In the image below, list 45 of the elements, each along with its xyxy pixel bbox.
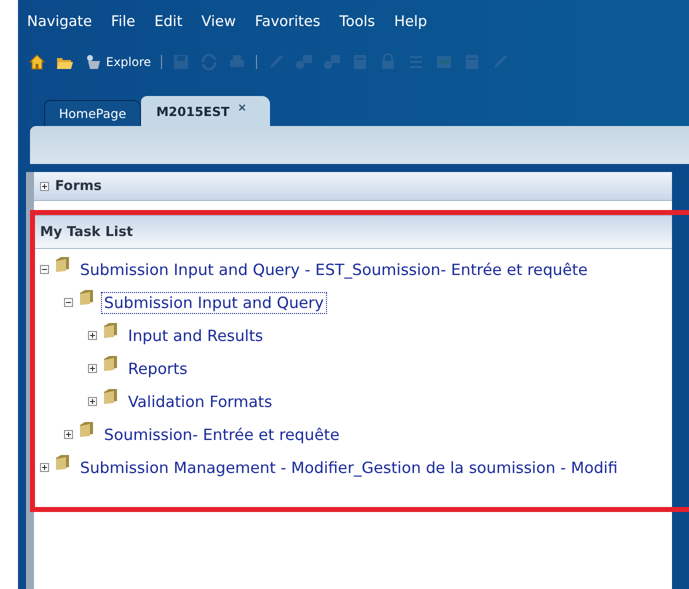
explore-button[interactable]: Explore — [84, 53, 152, 71]
expand-icon[interactable] — [40, 463, 49, 472]
menu-item[interactable]: Tools — [339, 14, 376, 40]
tree-item[interactable]: Submission Input and Query - EST_Soumission- Entrée et requête — [77, 258, 591, 280]
tree-item[interactable]: Reports — [125, 358, 190, 380]
folder-icon — [78, 288, 96, 306]
menu-item[interactable]: File — [111, 14, 136, 40]
toolbar-icon — [323, 53, 342, 71]
toolbar-icon — [435, 53, 454, 71]
tree-item[interactable]: Validation Formats — [125, 390, 276, 412]
menu-item[interactable]: View — [201, 14, 236, 40]
tree-item[interactable]: Submission Input and Query — [101, 292, 327, 314]
panel-title[interactable]: Forms — [55, 178, 102, 194]
tree-item[interactable]: Submission Management - Modifier_Gestion de la soumission - Modifi — [77, 456, 621, 478]
toolbar-icon — [491, 53, 510, 71]
menu-item[interactable]: Favorites — [254, 14, 320, 40]
toolbar-home-button[interactable] — [28, 53, 46, 71]
folder-icon — [102, 387, 120, 405]
toolbar-icon — [200, 53, 218, 71]
expand-icon[interactable] — [88, 331, 97, 340]
toolbar-icon — [172, 53, 190, 71]
expand-icon[interactable] — [40, 182, 49, 190]
folder-icon — [102, 354, 120, 372]
folder-icon — [54, 453, 72, 471]
close-icon[interactable]: × — [238, 101, 247, 114]
menu-item[interactable]: Navigate — [27, 14, 92, 40]
panel-title[interactable]: My Task List — [40, 224, 133, 240]
folder-icon — [54, 255, 72, 273]
person-icon — [84, 53, 102, 71]
tab[interactable]: M2015EST × — [141, 96, 270, 126]
toolbar-icon — [28, 53, 46, 71]
expand-icon[interactable] — [88, 364, 97, 373]
toolbar-icon — [267, 53, 286, 71]
menu-item[interactable]: Help — [394, 14, 428, 40]
collapse-icon[interactable] — [64, 298, 73, 307]
folder-icon — [102, 321, 120, 339]
expand-icon[interactable] — [64, 430, 73, 439]
expand-icon[interactable] — [88, 397, 97, 406]
tree-item[interactable]: Soumission- Entrée et requête — [101, 424, 342, 446]
tab[interactable]: HomePage — [44, 100, 142, 126]
collapse-icon[interactable] — [40, 265, 49, 274]
folder-icon — [78, 420, 96, 438]
tree-item[interactable]: Input and Results — [125, 324, 266, 346]
menu-item[interactable]: Edit — [154, 14, 182, 40]
toolbar-icon — [295, 53, 314, 71]
